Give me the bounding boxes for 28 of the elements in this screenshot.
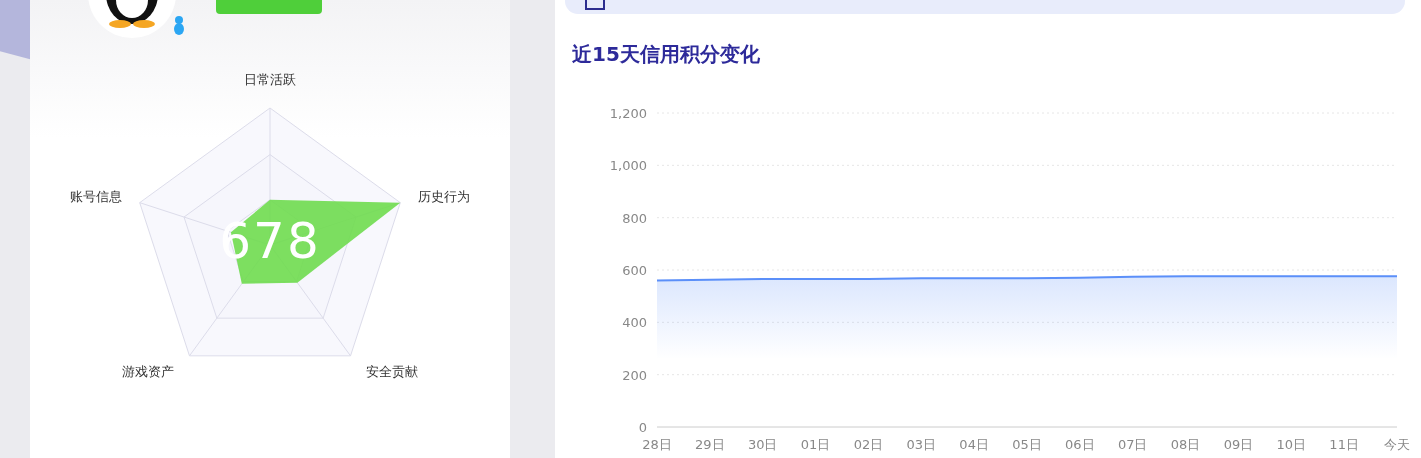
y-tick-label: 400 [622,315,647,331]
radar-label: 游戏资产 [122,364,174,379]
x-tick-label: 08日 [1170,437,1201,452]
y-tick-label: 200 [622,367,647,383]
radar-label: 安全贡献 [366,364,418,379]
y-tick-label: 1,200 [609,106,647,121]
y-tick-label: 800 [622,210,647,226]
x-tick-label: 30日 [747,437,778,452]
x-tick-label: 05日 [1012,437,1042,452]
x-tick-label: 06日 [1065,437,1095,452]
x-tick-label: 今天 [1384,437,1410,452]
x-tick-label: 02日 [853,437,884,452]
radar-label: 账号信息 [70,189,122,204]
x-tick-label: 09日 [1223,437,1254,452]
x-tick-label: 03日 [906,437,937,452]
y-tick-label: 0 [638,420,647,435]
x-tick-label: 01日 [800,437,831,452]
radar-label: 历史行为 [418,189,470,204]
x-tick-label: 07日 [1117,437,1148,452]
x-tick-label: 28日 [642,437,672,452]
y-tick-label: 1,000 [609,158,647,174]
x-tick-label: 11日 [1329,437,1359,452]
x-tick-label: 29日 [695,437,725,452]
radar-label: 日常活跃 [244,72,296,87]
chart-title: 近15天信用积分变化 [572,41,760,68]
y-tick-label: 600 [622,263,647,278]
x-tick-label: 04日 [959,437,989,452]
x-tick-label: 10日 [1276,437,1307,452]
